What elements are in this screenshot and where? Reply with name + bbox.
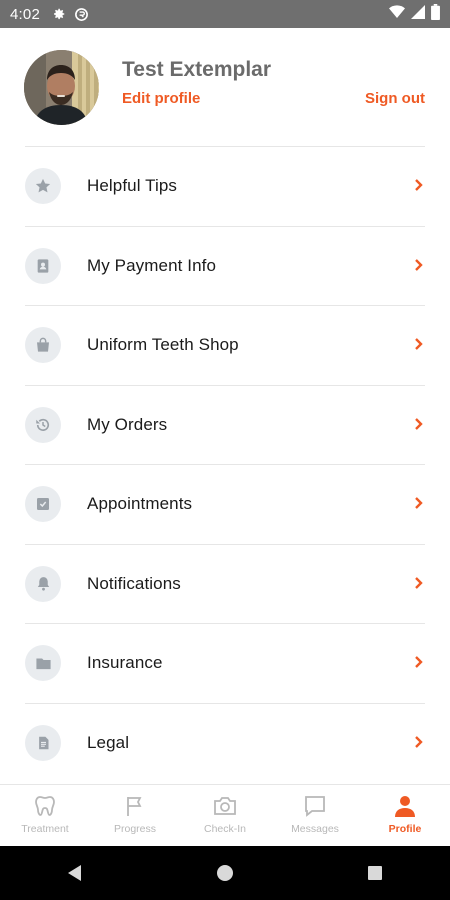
tab-profile[interactable]: Profile (360, 785, 450, 846)
menu-item-label: My Orders (87, 414, 168, 434)
chat-bubble-icon (305, 796, 325, 817)
menu-item-label: Helpful Tips (87, 176, 178, 195)
tab-label: Profile (388, 823, 422, 835)
chevron-right-icon (415, 179, 423, 191)
contact-card-icon (25, 247, 61, 284)
chevron-right-icon (415, 258, 423, 271)
bottom-tab-bar: Treatment Progress Check-In Messages Pro… (0, 784, 450, 846)
recents-button[interactable] (345, 846, 405, 900)
document-icon (25, 724, 61, 761)
menu-item-label: My Payment Info (87, 255, 217, 275)
tab-label: Messages (291, 823, 339, 835)
profile-name: Test Extemplar (122, 58, 271, 81)
chevron-right-icon (415, 576, 423, 589)
chevron-right-icon (415, 656, 423, 668)
camera-icon (214, 797, 236, 815)
shopping-bag-icon (25, 327, 61, 363)
back-triangle-icon (68, 865, 81, 881)
gear-icon (52, 7, 66, 21)
avatar[interactable] (24, 50, 99, 125)
menu-item-uniform-teeth-shop[interactable]: Uniform Teeth Shop (25, 306, 425, 386)
folder-icon (25, 645, 61, 681)
status-bar: 4:02 (0, 0, 450, 28)
battery-icon (431, 3, 440, 25)
menu-item-my-orders[interactable]: My Orders (25, 386, 425, 465)
bell-icon (25, 565, 61, 602)
flag-icon (127, 797, 142, 816)
home-button[interactable] (195, 846, 255, 900)
system-nav-bar (0, 846, 450, 900)
menu-item-insurance[interactable]: Insurance (25, 624, 425, 704)
menu-item-label: Insurance (87, 653, 163, 672)
person-icon (395, 796, 415, 817)
back-button[interactable] (45, 846, 105, 900)
profile-menu: Helpful Tips My Payment Info Uniform Tee… (0, 147, 450, 783)
chevron-right-icon (415, 735, 423, 748)
menu-item-notifications[interactable]: Notifications (25, 545, 425, 624)
wifi-icon (389, 4, 405, 24)
sign-out-link[interactable]: Sign out (365, 90, 425, 107)
status-time: 4:02 (10, 5, 40, 23)
menu-item-label: Uniform Teeth Shop (87, 335, 239, 354)
tab-label: Progress (113, 823, 156, 835)
tab-check-in[interactable]: Check-In (180, 785, 270, 846)
menu-item-appointments[interactable]: Appointments (25, 465, 425, 545)
profile-header: Test Extemplar Edit profile Sign out (0, 28, 450, 146)
chevron-right-icon (415, 338, 423, 350)
tab-treatment[interactable]: Treatment (0, 785, 90, 846)
home-circle-icon (217, 865, 233, 881)
sync-icon (74, 7, 89, 22)
recents-square-icon (368, 866, 382, 880)
edit-profile-link[interactable]: Edit profile (122, 90, 200, 107)
menu-item-label: Appointments (87, 494, 193, 513)
tab-progress[interactable]: Progress (90, 785, 180, 846)
chevron-right-icon (415, 417, 423, 430)
signal-icon (411, 4, 425, 24)
calendar-check-icon (25, 486, 61, 522)
tooth-icon (35, 796, 55, 816)
menu-item-helpful-tips[interactable]: Helpful Tips (25, 147, 425, 227)
menu-item-label: Legal (87, 732, 130, 752)
chevron-right-icon (415, 497, 423, 509)
menu-item-legal[interactable]: Legal (25, 704, 425, 784)
tab-label: Treatment (21, 823, 69, 835)
tab-label: Check-In (203, 823, 246, 835)
menu-item-payment-info[interactable]: My Payment Info (25, 227, 425, 306)
history-icon (25, 406, 61, 443)
tab-messages[interactable]: Messages (270, 785, 360, 846)
menu-item-label: Notifications (87, 573, 181, 593)
star-icon (25, 168, 61, 204)
